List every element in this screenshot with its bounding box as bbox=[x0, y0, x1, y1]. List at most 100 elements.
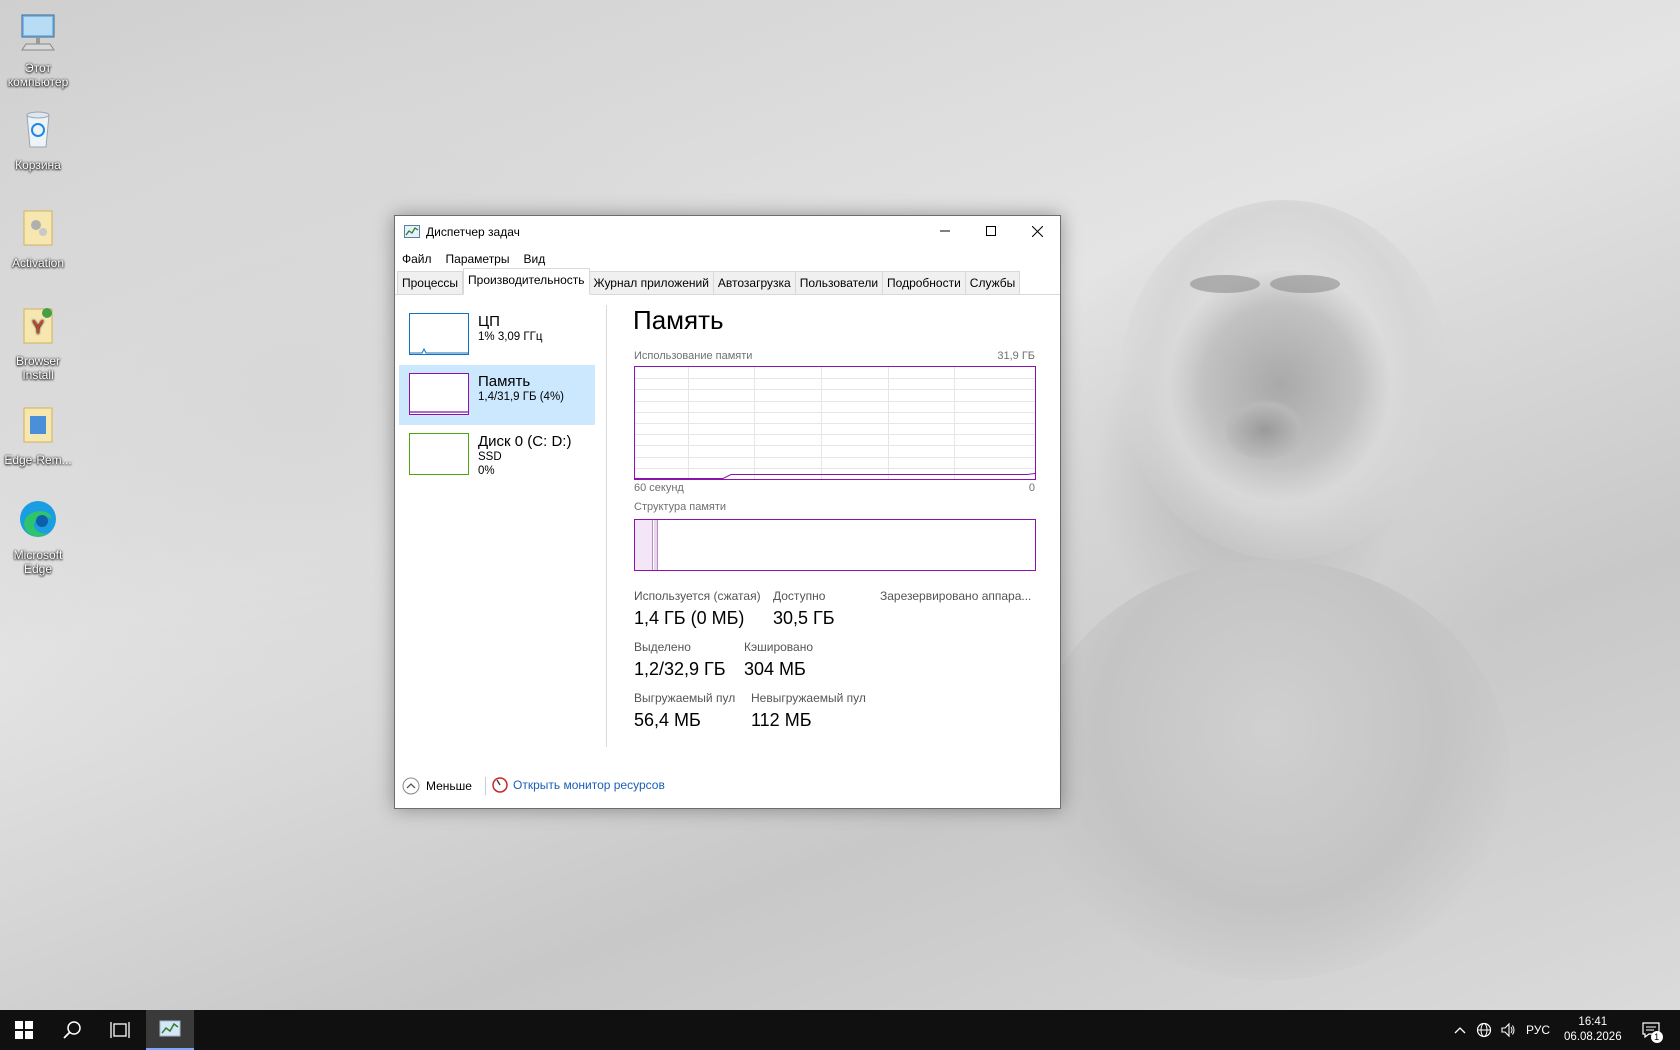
nonpaged-pool-value: 112 МБ bbox=[751, 710, 812, 730]
desktop-icon-microsoft-edge[interactable]: Microsoft Edge bbox=[4, 497, 72, 576]
open-resource-monitor-link[interactable]: Открыть монитор ресурсов bbox=[492, 777, 665, 793]
desktop-icon-browser-install[interactable]: Y Browser Install bbox=[4, 303, 72, 382]
performance-panel: ЦП 1% 3,09 ГГц Память 1,4/31,9 ГБ (4%) Д… bbox=[395, 295, 1060, 765]
fewer-details-button[interactable]: Меньше bbox=[402, 777, 472, 795]
resource-name: Диск 0 (C: D:) bbox=[478, 433, 572, 450]
cpu-mini-graph bbox=[409, 313, 469, 355]
desktop-icon-label: Browser Install bbox=[15, 354, 60, 382]
wallpaper-shape bbox=[1120, 200, 1450, 560]
tab-processes[interactable]: Процессы bbox=[397, 271, 464, 294]
menu-options[interactable]: Параметры bbox=[441, 252, 515, 266]
resource-name: ЦП bbox=[478, 313, 500, 330]
resource-value: 1% 3,09 ГГц bbox=[478, 331, 543, 343]
memory-usage-graph bbox=[634, 366, 1036, 480]
available-label: Доступно bbox=[773, 589, 826, 603]
maximize-icon bbox=[986, 226, 996, 236]
menu-bar: Файл Параметры Вид bbox=[395, 248, 1060, 270]
close-button[interactable] bbox=[1014, 216, 1060, 246]
language-indicator[interactable]: РУС bbox=[1526, 1023, 1550, 1037]
usage-graph-canvas bbox=[635, 367, 1036, 479]
clock-time: 16:41 bbox=[1578, 1016, 1608, 1028]
menu-view[interactable]: Вид bbox=[518, 252, 550, 266]
memory-mini-graph bbox=[409, 373, 469, 415]
taskbar: РУС 16:41 06.08.2026 1 bbox=[0, 1010, 1680, 1050]
tab-services[interactable]: Службы bbox=[965, 271, 1021, 294]
yandex-browser-icon: Y bbox=[23, 308, 53, 344]
disk-mini-graph bbox=[409, 433, 469, 475]
wallpaper-shape bbox=[1225, 400, 1305, 460]
script-file-icon bbox=[23, 407, 53, 443]
minimize-button[interactable] bbox=[922, 216, 968, 246]
time-axis-start: 60 секунд bbox=[634, 482, 684, 494]
footer-divider bbox=[485, 777, 486, 795]
clock[interactable]: 16:41 06.08.2026 bbox=[1564, 1015, 1622, 1045]
recycle-bin-icon bbox=[26, 111, 50, 148]
memory-structure-bar bbox=[634, 519, 1036, 571]
chevron-up-icon bbox=[402, 777, 420, 795]
structure-label: Структура памяти bbox=[634, 501, 727, 513]
task-view-icon bbox=[110, 1022, 130, 1038]
chevron-up-icon[interactable] bbox=[1454, 1025, 1466, 1035]
task-manager-icon bbox=[159, 1020, 181, 1037]
paged-pool-label: Выгружаемый пул bbox=[634, 691, 736, 705]
notification-badge: 1 bbox=[1650, 1031, 1663, 1043]
disk-type: SSD bbox=[478, 451, 502, 463]
resource-item-cpu[interactable]: ЦП 1% 3,09 ГГц bbox=[399, 305, 595, 365]
resource-monitor-icon bbox=[492, 777, 508, 793]
modified-segment bbox=[654, 520, 658, 570]
resource-item-memory[interactable]: Память 1,4/31,9 ГБ (4%) bbox=[399, 365, 595, 425]
desktop-icon-activation[interactable]: Activation bbox=[4, 205, 72, 270]
resource-value: 0% bbox=[478, 465, 495, 477]
title-bar[interactable]: Диспетчер задач bbox=[395, 216, 1060, 248]
in-use-value: 1,4 ГБ (0 МБ) bbox=[634, 608, 745, 628]
resource-list: ЦП 1% 3,09 ГГц Память 1,4/31,9 ГБ (4%) Д… bbox=[399, 305, 595, 485]
svg-text:Y: Y bbox=[32, 317, 44, 337]
edge-icon bbox=[20, 501, 56, 537]
page-title: Память bbox=[633, 305, 724, 335]
menu-file[interactable]: Файл bbox=[397, 252, 437, 266]
desktop-icon-this-pc[interactable]: Этот компьютер bbox=[4, 10, 72, 89]
wallpaper-shape bbox=[1170, 270, 1390, 500]
system-tray: РУС 16:41 06.08.2026 1 bbox=[1454, 1010, 1664, 1050]
desktop-icon-label: Edge-Rem... bbox=[4, 453, 72, 467]
desktop-icon-edge-remover[interactable]: Edge-Rem... bbox=[4, 402, 72, 467]
committed-label: Выделено bbox=[634, 640, 691, 654]
resource-name: Память bbox=[478, 373, 531, 390]
close-icon bbox=[1031, 225, 1043, 237]
window-title: Диспетчер задач bbox=[426, 225, 520, 239]
task-manager-window: Диспетчер задач Файл Параметры Вид Проце… bbox=[394, 215, 1061, 809]
fewer-details-label: Меньше bbox=[426, 779, 472, 793]
tab-startup[interactable]: Автозагрузка bbox=[713, 271, 796, 294]
maximize-button[interactable] bbox=[968, 216, 1014, 246]
task-view-button[interactable] bbox=[96, 1010, 144, 1050]
in-use-segment bbox=[635, 520, 653, 570]
tab-strip: Процессы Производительность Журнал прило… bbox=[395, 268, 1060, 295]
tab-details[interactable]: Подробности bbox=[883, 271, 966, 294]
nonpaged-pool-label: Невыгружаемый пул bbox=[751, 691, 866, 705]
clock-date: 06.08.2026 bbox=[1564, 1031, 1622, 1043]
paged-pool-value: 56,4 МБ bbox=[634, 710, 701, 730]
wallpaper-shape bbox=[1030, 560, 1510, 980]
computer-icon bbox=[21, 14, 55, 51]
folder-icon bbox=[23, 210, 53, 246]
minimize-icon bbox=[940, 230, 950, 232]
resource-value: 1,4/31,9 ГБ (4%) bbox=[478, 391, 565, 403]
taskbar-task-manager[interactable] bbox=[146, 1010, 194, 1050]
volume-icon[interactable] bbox=[1500, 1022, 1516, 1038]
search-button[interactable] bbox=[48, 1010, 96, 1050]
tab-performance[interactable]: Производительность bbox=[463, 268, 590, 295]
tab-users[interactable]: Пользователи bbox=[795, 271, 884, 294]
network-globe-icon[interactable] bbox=[1476, 1022, 1492, 1038]
usage-max: 31,9 ГБ bbox=[997, 350, 1035, 362]
tab-app-history[interactable]: Журнал приложений bbox=[589, 271, 714, 294]
usage-line bbox=[635, 473, 1036, 479]
divider bbox=[606, 305, 607, 747]
resource-monitor-label: Открыть монитор ресурсов bbox=[513, 778, 665, 792]
desktop-icon-recycle-bin[interactable]: Корзина bbox=[4, 107, 72, 172]
task-manager-icon bbox=[404, 225, 420, 238]
search-icon bbox=[63, 1021, 81, 1039]
wallpaper-shape bbox=[1270, 275, 1340, 293]
start-button[interactable] bbox=[0, 1010, 48, 1050]
notification-center-button[interactable]: 1 bbox=[1640, 1018, 1664, 1043]
resource-item-disk[interactable]: Диск 0 (C: D:) SSD 0% bbox=[399, 425, 595, 485]
